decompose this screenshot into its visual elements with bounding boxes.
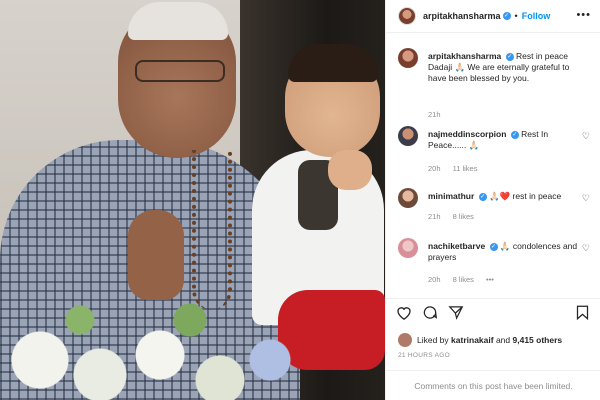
- verified-icon: ✓: [505, 52, 514, 61]
- share-icon[interactable]: [448, 305, 464, 325]
- commenter-avatar[interactable]: [398, 238, 418, 258]
- heart-icon[interactable]: [396, 305, 412, 325]
- caption-meta: 21h: [428, 110, 451, 119]
- post-photo[interactable]: [0, 0, 385, 400]
- post-side-panel: arpitakhansharma ✓ • Follow ••• arpitakh…: [385, 0, 600, 400]
- comment-body: najmeddinscorpion ✓ Rest In Peace...... …: [428, 129, 583, 151]
- flower-bouquet: [0, 300, 300, 400]
- like-comment-heart-icon[interactable]: ♡: [582, 131, 590, 142]
- comment-body: minimathur ✓ 🙏🏻❤️ rest in peace: [428, 191, 583, 202]
- comment-likes[interactable]: 8 likes: [453, 275, 474, 284]
- author-avatar[interactable]: [398, 7, 416, 25]
- comment-icon[interactable]: [422, 305, 438, 325]
- comment-time: 20h: [428, 164, 441, 173]
- verified-icon: ✓: [478, 192, 487, 201]
- comment-meta: 21h 8 likes: [428, 212, 484, 221]
- author-username[interactable]: arpitakhansharma: [423, 11, 501, 21]
- comments-list[interactable]: arpitakhansharma ✓ Rest in peace Dadaji …: [386, 34, 600, 290]
- likes-summary: Liked by katrinakaif and 9,415 others: [398, 333, 562, 347]
- comment-meta: 20h 8 likes •••: [428, 275, 504, 284]
- comment-username[interactable]: nachiketbarve: [428, 241, 485, 251]
- like-comment-heart-icon[interactable]: ♡: [582, 193, 590, 204]
- comment-username[interactable]: najmeddinscorpion: [428, 129, 506, 139]
- comment-text: 🙏🏻❤️ rest in peace: [489, 191, 562, 201]
- child-hair: [288, 44, 378, 82]
- comment-meta: 20h 11 likes: [428, 164, 487, 173]
- post-timestamp[interactable]: 21 HOURS AGO: [398, 352, 450, 359]
- comment-more-icon[interactable]: •••: [486, 275, 494, 284]
- comment-time: 20h: [428, 275, 441, 284]
- caption-avatar[interactable]: [398, 48, 418, 68]
- elderly-man-hand: [128, 210, 184, 300]
- commenter-avatar[interactable]: [398, 188, 418, 208]
- caption-body: arpitakhansharma ✓ Rest in peace Dadaji …: [428, 51, 583, 84]
- comment-time: 21h: [428, 212, 441, 221]
- prayer-beads: [192, 150, 232, 310]
- comments-limited-notice: Comments on this post have been limited.: [386, 370, 600, 400]
- liker-username[interactable]: katrinakaif: [451, 335, 494, 345]
- action-bar: [386, 298, 600, 326]
- bookmark-icon[interactable]: [576, 305, 589, 325]
- glasses: [135, 60, 225, 82]
- follow-button[interactable]: Follow: [522, 11, 551, 21]
- likes-and: and: [495, 335, 511, 345]
- post-header: arpitakhansharma ✓ • Follow •••: [386, 0, 600, 33]
- like-comment-heart-icon[interactable]: ♡: [582, 243, 590, 254]
- comment-body: nachiketbarve ✓ 🙏🏻 condolences and praye…: [428, 241, 583, 263]
- likes-prefix: Liked by: [417, 335, 449, 345]
- liker-avatar[interactable]: [398, 333, 412, 347]
- caption-time: 21h: [428, 110, 441, 119]
- likes-count[interactable]: 9,415 others: [513, 335, 563, 345]
- verified-icon: ✓: [502, 12, 511, 20]
- commenter-avatar[interactable]: [398, 126, 418, 146]
- elderly-man-hair: [128, 2, 228, 40]
- more-horizontal-icon[interactable]: •••: [576, 9, 591, 21]
- comment-likes[interactable]: 11 likes: [453, 164, 478, 173]
- comment-likes[interactable]: 8 likes: [453, 212, 474, 221]
- caption-username[interactable]: arpitakhansharma: [428, 51, 501, 61]
- child-hand: [328, 150, 372, 190]
- comment-username[interactable]: minimathur: [428, 191, 474, 201]
- header-separator: •: [514, 11, 518, 21]
- verified-icon: ✓: [489, 242, 498, 251]
- verified-icon: ✓: [510, 130, 519, 139]
